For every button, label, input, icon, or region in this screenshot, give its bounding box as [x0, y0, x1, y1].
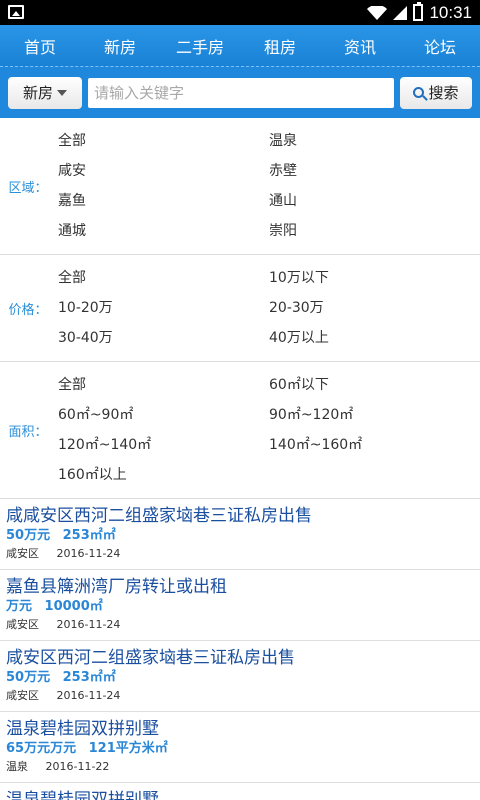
list-item[interactable]: 温泉碧桂园双拼别墅 — [0, 783, 480, 800]
listing-meta: 温泉 2016-11-22 — [6, 758, 474, 776]
filter-option[interactable]: 通山 — [267, 186, 480, 216]
filter-option[interactable]: 40万以上 — [267, 323, 480, 353]
listing-price-line: 万元 10000㎡ — [6, 598, 474, 616]
filter-option[interactable]: 全部 — [56, 126, 267, 156]
filter-option[interactable]: 温泉 — [267, 126, 480, 156]
filter-option[interactable]: 全部 — [56, 370, 267, 400]
search-button[interactable]: 搜索 — [400, 76, 472, 109]
listing-date: 2016-11-24 — [56, 689, 121, 702]
filter-label-price: 价格： — [8, 302, 48, 318]
listing-title: 嘉鱼县簰洲湾厂房转让或出租 — [6, 577, 227, 597]
listing-district: 温泉 — [6, 760, 28, 773]
listing-date: 2016-11-24 — [56, 618, 121, 631]
category-select-label: 新房 — [22, 84, 53, 102]
listing-title: 咸安区西河二组盛家垴巷三证私房出售 — [6, 648, 295, 668]
search-icon — [413, 87, 425, 98]
search-button-label: 搜索 — [428, 84, 459, 102]
filter-option[interactable]: 60㎡以下 — [267, 370, 480, 400]
wifi-icon — [367, 5, 388, 20]
listing-price-line: 50万元 253㎡㎡ — [6, 669, 474, 687]
filter-option[interactable]: 140㎡~160㎡ — [267, 430, 480, 460]
image-notification-icon — [8, 5, 24, 19]
filter-option[interactable]: 10万以下 — [267, 263, 480, 293]
nav-news[interactable]: 资讯 — [320, 34, 400, 58]
listing-price: 50万元 — [6, 670, 51, 685]
nav-rent[interactable]: 租房 — [240, 34, 320, 58]
filter-label-region: 区域： — [8, 180, 48, 196]
search-bar: 新房 搜索 — [0, 66, 480, 118]
listing-district: 咸安区 — [6, 547, 39, 560]
listing-title: 温泉碧桂园双拼别墅 — [6, 719, 159, 739]
filter-option[interactable]: 90㎡~120㎡ — [267, 400, 480, 430]
listing-price: 万元 — [6, 599, 33, 614]
filter-price: 价格： 全部 10万以下 10-20万 20-30万 30-40万 40万以上 — [0, 255, 480, 362]
clock: 10:31 — [429, 2, 472, 22]
filter-option[interactable]: 赤壁 — [267, 156, 480, 186]
filter-option[interactable]: 10-20万 — [56, 293, 267, 323]
category-select[interactable]: 新房 — [8, 76, 82, 109]
listing-date: 2016-11-24 — [56, 547, 121, 560]
listing-area: 253㎡㎡ — [62, 670, 116, 685]
status-bar: 10:31 — [0, 0, 480, 25]
filter-option[interactable]: 60㎡~90㎡ — [56, 400, 267, 430]
filter-option[interactable]: 咸安 — [56, 156, 267, 186]
filter-option[interactable]: 通城 — [56, 216, 267, 246]
nav-forum[interactable]: 论坛 — [400, 34, 480, 58]
filter-option[interactable]: 全部 — [56, 263, 267, 293]
filter-option[interactable]: 崇阳 — [267, 216, 480, 246]
listing-title: 温泉碧桂园双拼别墅 — [6, 790, 159, 800]
list-item[interactable]: 嘉鱼县簰洲湾厂房转让或出租 万元 10000㎡ 咸安区 2016-11-24 — [0, 570, 480, 641]
filter-label-area: 面积： — [8, 424, 48, 440]
search-input[interactable] — [88, 77, 394, 108]
filter-region: 区域： 全部 温泉 咸安 赤壁 嘉鱼 通山 通城 崇阳 — [0, 118, 480, 255]
listing-title: 咸咸安区西河二组盛家垴巷三证私房出售 — [6, 506, 312, 526]
list-item[interactable]: 咸安区西河二组盛家垴巷三证私房出售 50万元 253㎡㎡ 咸安区 2016-11… — [0, 641, 480, 712]
listing-district: 咸安区 — [6, 689, 39, 702]
listing-price-line: 65万元万元 121平方米㎡ — [6, 740, 474, 758]
signal-icon — [393, 5, 408, 20]
listing-area: 10000㎡ — [44, 599, 103, 614]
nav-home[interactable]: 首页 — [0, 34, 80, 58]
listing-date: 2016-11-22 — [45, 760, 110, 773]
list-item[interactable]: 咸咸安区西河二组盛家垴巷三证私房出售 50万元 253㎡㎡ 咸安区 2016-1… — [0, 499, 480, 570]
listing-district: 咸安区 — [6, 618, 39, 631]
battery-icon — [413, 2, 424, 21]
nav-second-hand[interactable]: 二手房 — [160, 34, 240, 58]
listing-price: 65万元万元 — [6, 741, 77, 756]
filter-option[interactable]: 160㎡以上 — [56, 460, 267, 490]
filter-option[interactable]: 20-30万 — [267, 293, 480, 323]
filter-option[interactable]: 30-40万 — [56, 323, 267, 353]
filter-option[interactable]: 120㎡~140㎡ — [56, 430, 267, 460]
listing-meta: 咸安区 2016-11-24 — [6, 616, 474, 634]
chevron-down-icon — [57, 89, 67, 96]
filter-option[interactable]: 嘉鱼 — [56, 186, 267, 216]
list-item[interactable]: 温泉碧桂园双拼别墅 65万元万元 121平方米㎡ 温泉 2016-11-22 — [0, 712, 480, 783]
listing-meta: 咸安区 2016-11-24 — [6, 687, 474, 705]
listing-price: 50万元 — [6, 528, 51, 543]
listing-area: 121平方米㎡ — [88, 741, 168, 756]
listing-meta: 咸安区 2016-11-24 — [6, 545, 474, 563]
filter-area: 面积： 全部 60㎡以下 60㎡~90㎡ 90㎡~120㎡ 120㎡~140㎡ … — [0, 362, 480, 499]
nav-new-homes[interactable]: 新房 — [80, 34, 160, 58]
top-nav: 首页 新房 二手房 租房 资讯 论坛 — [0, 25, 480, 66]
listing-area: 253㎡㎡ — [62, 528, 116, 543]
listing-price-line: 50万元 253㎡㎡ — [6, 527, 474, 545]
